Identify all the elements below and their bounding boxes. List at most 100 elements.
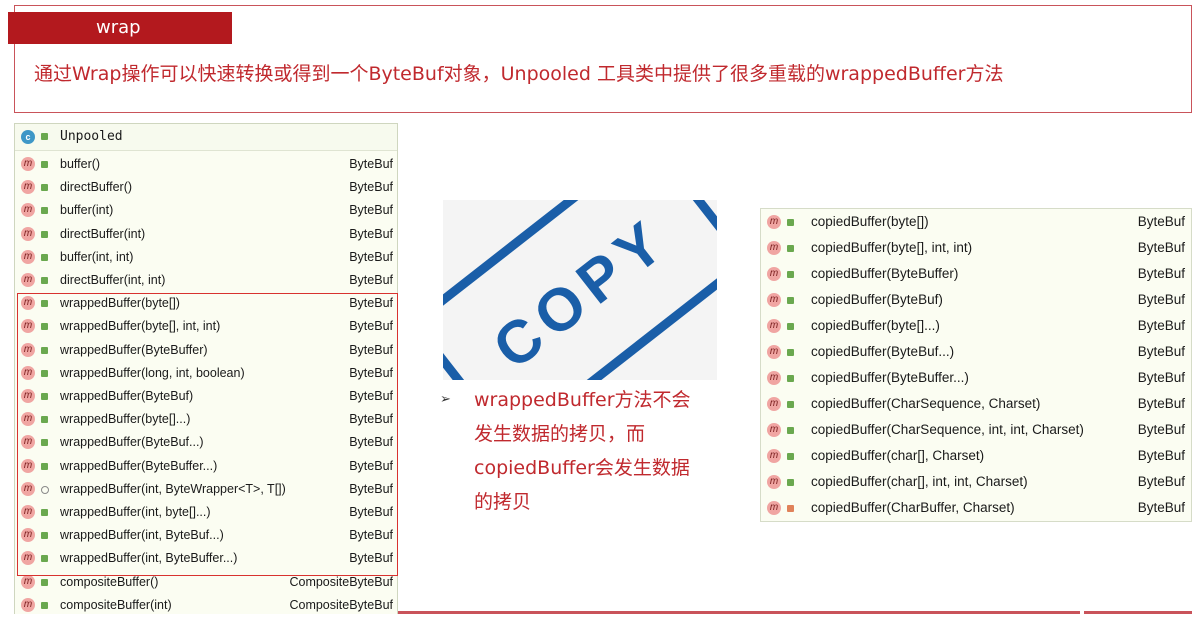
public-visibility-icon: [41, 416, 48, 424]
method-row[interactable]: m directBuffer() ByteBuf: [15, 176, 397, 199]
method-name: directBuffer(int, int): [60, 273, 166, 287]
method-icon: m: [21, 296, 35, 311]
public-visibility-icon: [41, 462, 48, 470]
method-row[interactable]: m copiedBuffer(ByteBuffer) ByteBuf: [761, 261, 1191, 287]
return-type: ByteBuf: [1137, 422, 1185, 437]
note-line: wrappedBuffer方法不会: [474, 389, 691, 411]
public-visibility-icon: [787, 245, 794, 252]
method-row[interactable]: m wrappedBuffer(ByteBuffer) ByteBuf: [15, 339, 397, 362]
public-visibility-icon: [41, 300, 48, 308]
method-name: copiedBuffer(ByteBuffer...): [811, 370, 969, 385]
method-row[interactable]: m wrappedBuffer(int, ByteWrapper<T>, T[])…: [15, 478, 397, 501]
method-name: copiedBuffer(ByteBuffer): [811, 266, 959, 281]
method-icon: m: [21, 226, 35, 241]
method-row[interactable]: m wrappedBuffer(int, ByteBuf...) ByteBuf: [15, 524, 397, 547]
method-row[interactable]: m buffer(int, int) ByteBuf: [15, 246, 397, 269]
method-icon: m: [21, 273, 35, 287]
return-type: ByteBuf: [1137, 396, 1185, 411]
method-row[interactable]: m copiedBuffer(CharSequence, Charset) Byte…: [761, 391, 1191, 417]
method-name: wrappedBuffer(int, byte[]...): [60, 505, 211, 519]
method-row[interactable]: m copiedBuffer(ByteBuf...) ByteBuf: [761, 339, 1191, 365]
method-row[interactable]: m wrappedBuffer(int, byte[]...) ByteBuf: [15, 501, 397, 524]
method-row[interactable]: m buffer() ByteBuf: [15, 153, 397, 176]
return-type: ByteBuf: [349, 458, 393, 473]
method-icon: m: [21, 597, 35, 612]
return-type: ByteBuf: [349, 249, 393, 264]
note-line: 的拷贝: [474, 491, 532, 513]
method-row[interactable]: m wrappedBuffer(byte[]) ByteBuf: [15, 292, 397, 315]
method-row[interactable]: m wrappedBuffer(long, int, boolean) ByteBu…: [15, 362, 397, 385]
method-icon: m: [767, 423, 781, 437]
return-type: ByteBuf: [349, 180, 393, 195]
method-name: copiedBuffer(byte[]...): [811, 318, 940, 333]
public-visibility-icon: [41, 601, 48, 609]
method-name: copiedBuffer(byte[]): [811, 214, 929, 229]
method-row[interactable]: m wrappedBuffer(int, ByteBuffer...) ByteBu…: [15, 547, 397, 570]
method-icon: m: [21, 180, 35, 195]
method-icon: m: [21, 157, 35, 171]
public-visibility-icon: [41, 369, 48, 377]
method-icon: m: [767, 319, 781, 333]
method-row[interactable]: m copiedBuffer(byte[], int, int) ByteBuf: [761, 235, 1191, 261]
public-visibility-icon: [41, 439, 48, 447]
method-row[interactable]: m copiedBuffer(CharSequence, int, int, Ch…: [761, 417, 1191, 443]
note-line: copiedBuffer会发生数据: [474, 457, 690, 479]
method-row[interactable]: m buffer(int) ByteBuf: [15, 199, 397, 222]
copied-buffer-panel: m copiedBuffer(byte[]) ByteBuf m copiedBuffe…: [760, 208, 1192, 522]
method-icon: m: [767, 241, 781, 255]
public-visibility-icon: [787, 297, 794, 304]
return-type: ByteBuf: [349, 319, 393, 334]
method-name: copiedBuffer(char[], int, int, Charset): [811, 474, 1028, 489]
method-row[interactable]: m compositeBuffer(int) CompositeByteBuf: [15, 594, 397, 617]
bullet-arrow-icon: ➢: [440, 392, 451, 407]
return-type: ByteBuf: [1137, 500, 1185, 515]
public-visibility-icon: [787, 323, 794, 330]
return-type: ByteBuf: [349, 505, 393, 519]
return-type: ByteBuf: [349, 226, 393, 241]
method-name: wrappedBuffer(ByteBuffer...): [60, 458, 218, 473]
method-name: wrappedBuffer(ByteBuf...): [60, 435, 204, 450]
return-type: ByteBuf: [1137, 318, 1185, 333]
return-type: ByteBuf: [349, 203, 393, 218]
method-row[interactable]: m copiedBuffer(ByteBuf) ByteBuf: [761, 287, 1191, 313]
method-icon: m: [767, 371, 781, 385]
method-row[interactable]: m copiedBuffer(CharBuffer, Charset) ByteBu…: [761, 495, 1191, 521]
return-type: ByteBuf: [349, 365, 393, 380]
method-row[interactable]: m wrappedBuffer(byte[], int, int) ByteBuf: [15, 315, 397, 338]
method-row[interactable]: m directBuffer(int, int) ByteBuf: [15, 269, 397, 292]
method-row[interactable]: m copiedBuffer(byte[]) ByteBuf: [761, 209, 1191, 235]
method-name: copiedBuffer(CharSequence, Charset): [811, 396, 1041, 411]
return-type: ByteBuf: [349, 157, 393, 171]
method-name: copiedBuffer(CharSequence, int, int, Cha…: [811, 422, 1084, 437]
method-row[interactable]: m copiedBuffer(char[], Charset) ByteBuf: [761, 443, 1191, 469]
method-row[interactable]: m copiedBuffer(byte[]...) ByteBuf: [761, 313, 1191, 339]
method-icon: m: [21, 389, 35, 403]
method-name: copiedBuffer(char[], Charset): [811, 448, 985, 463]
method-row[interactable]: m wrappedBuffer(ByteBuffer...) ByteBuf: [15, 455, 397, 478]
return-type: ByteBuf: [349, 551, 393, 566]
public-visibility-icon: [787, 219, 794, 226]
method-row[interactable]: m wrappedBuffer(ByteBuf...) ByteBuf: [15, 431, 397, 454]
method-row[interactable]: m wrappedBuffer(ByteBuf) ByteBuf: [15, 385, 397, 408]
copy-stamp-icon: COPY: [443, 200, 717, 380]
return-type: CompositeByteBuf: [289, 597, 393, 612]
method-row[interactable]: m copiedBuffer(ByteBuffer...) ByteBuf: [761, 365, 1191, 391]
lock-icon: [787, 505, 794, 512]
public-visibility-icon: [41, 161, 48, 168]
public-visibility-icon: [41, 509, 48, 516]
panel-title: c Unpooled: [15, 124, 397, 151]
method-name: buffer(int, int): [60, 249, 134, 264]
method-row[interactable]: m wrappedBuffer(byte[]...) ByteBuf: [15, 408, 397, 431]
method-name: wrappedBuffer(int, ByteBuf...): [60, 528, 224, 543]
return-type: ByteBuf: [1137, 370, 1185, 385]
return-type: ByteBuf: [1137, 266, 1185, 281]
method-icon: m: [21, 435, 35, 450]
method-row[interactable]: m copiedBuffer(char[], int, int, Charset)…: [761, 469, 1191, 495]
public-visibility-icon: [41, 393, 48, 400]
unpooled-structure-panel: c Unpooled m buffer() ByteBuf m directBuffer…: [14, 123, 398, 614]
method-name: wrappedBuffer(int, ByteBuffer...): [60, 551, 238, 566]
method-row[interactable]: m compositeBuffer() CompositeByteBuf: [15, 571, 397, 594]
method-name: buffer(int): [60, 203, 114, 218]
method-row[interactable]: m directBuffer(int) ByteBuf: [15, 223, 397, 246]
method-name: wrappedBuffer(ByteBuffer): [60, 342, 208, 357]
